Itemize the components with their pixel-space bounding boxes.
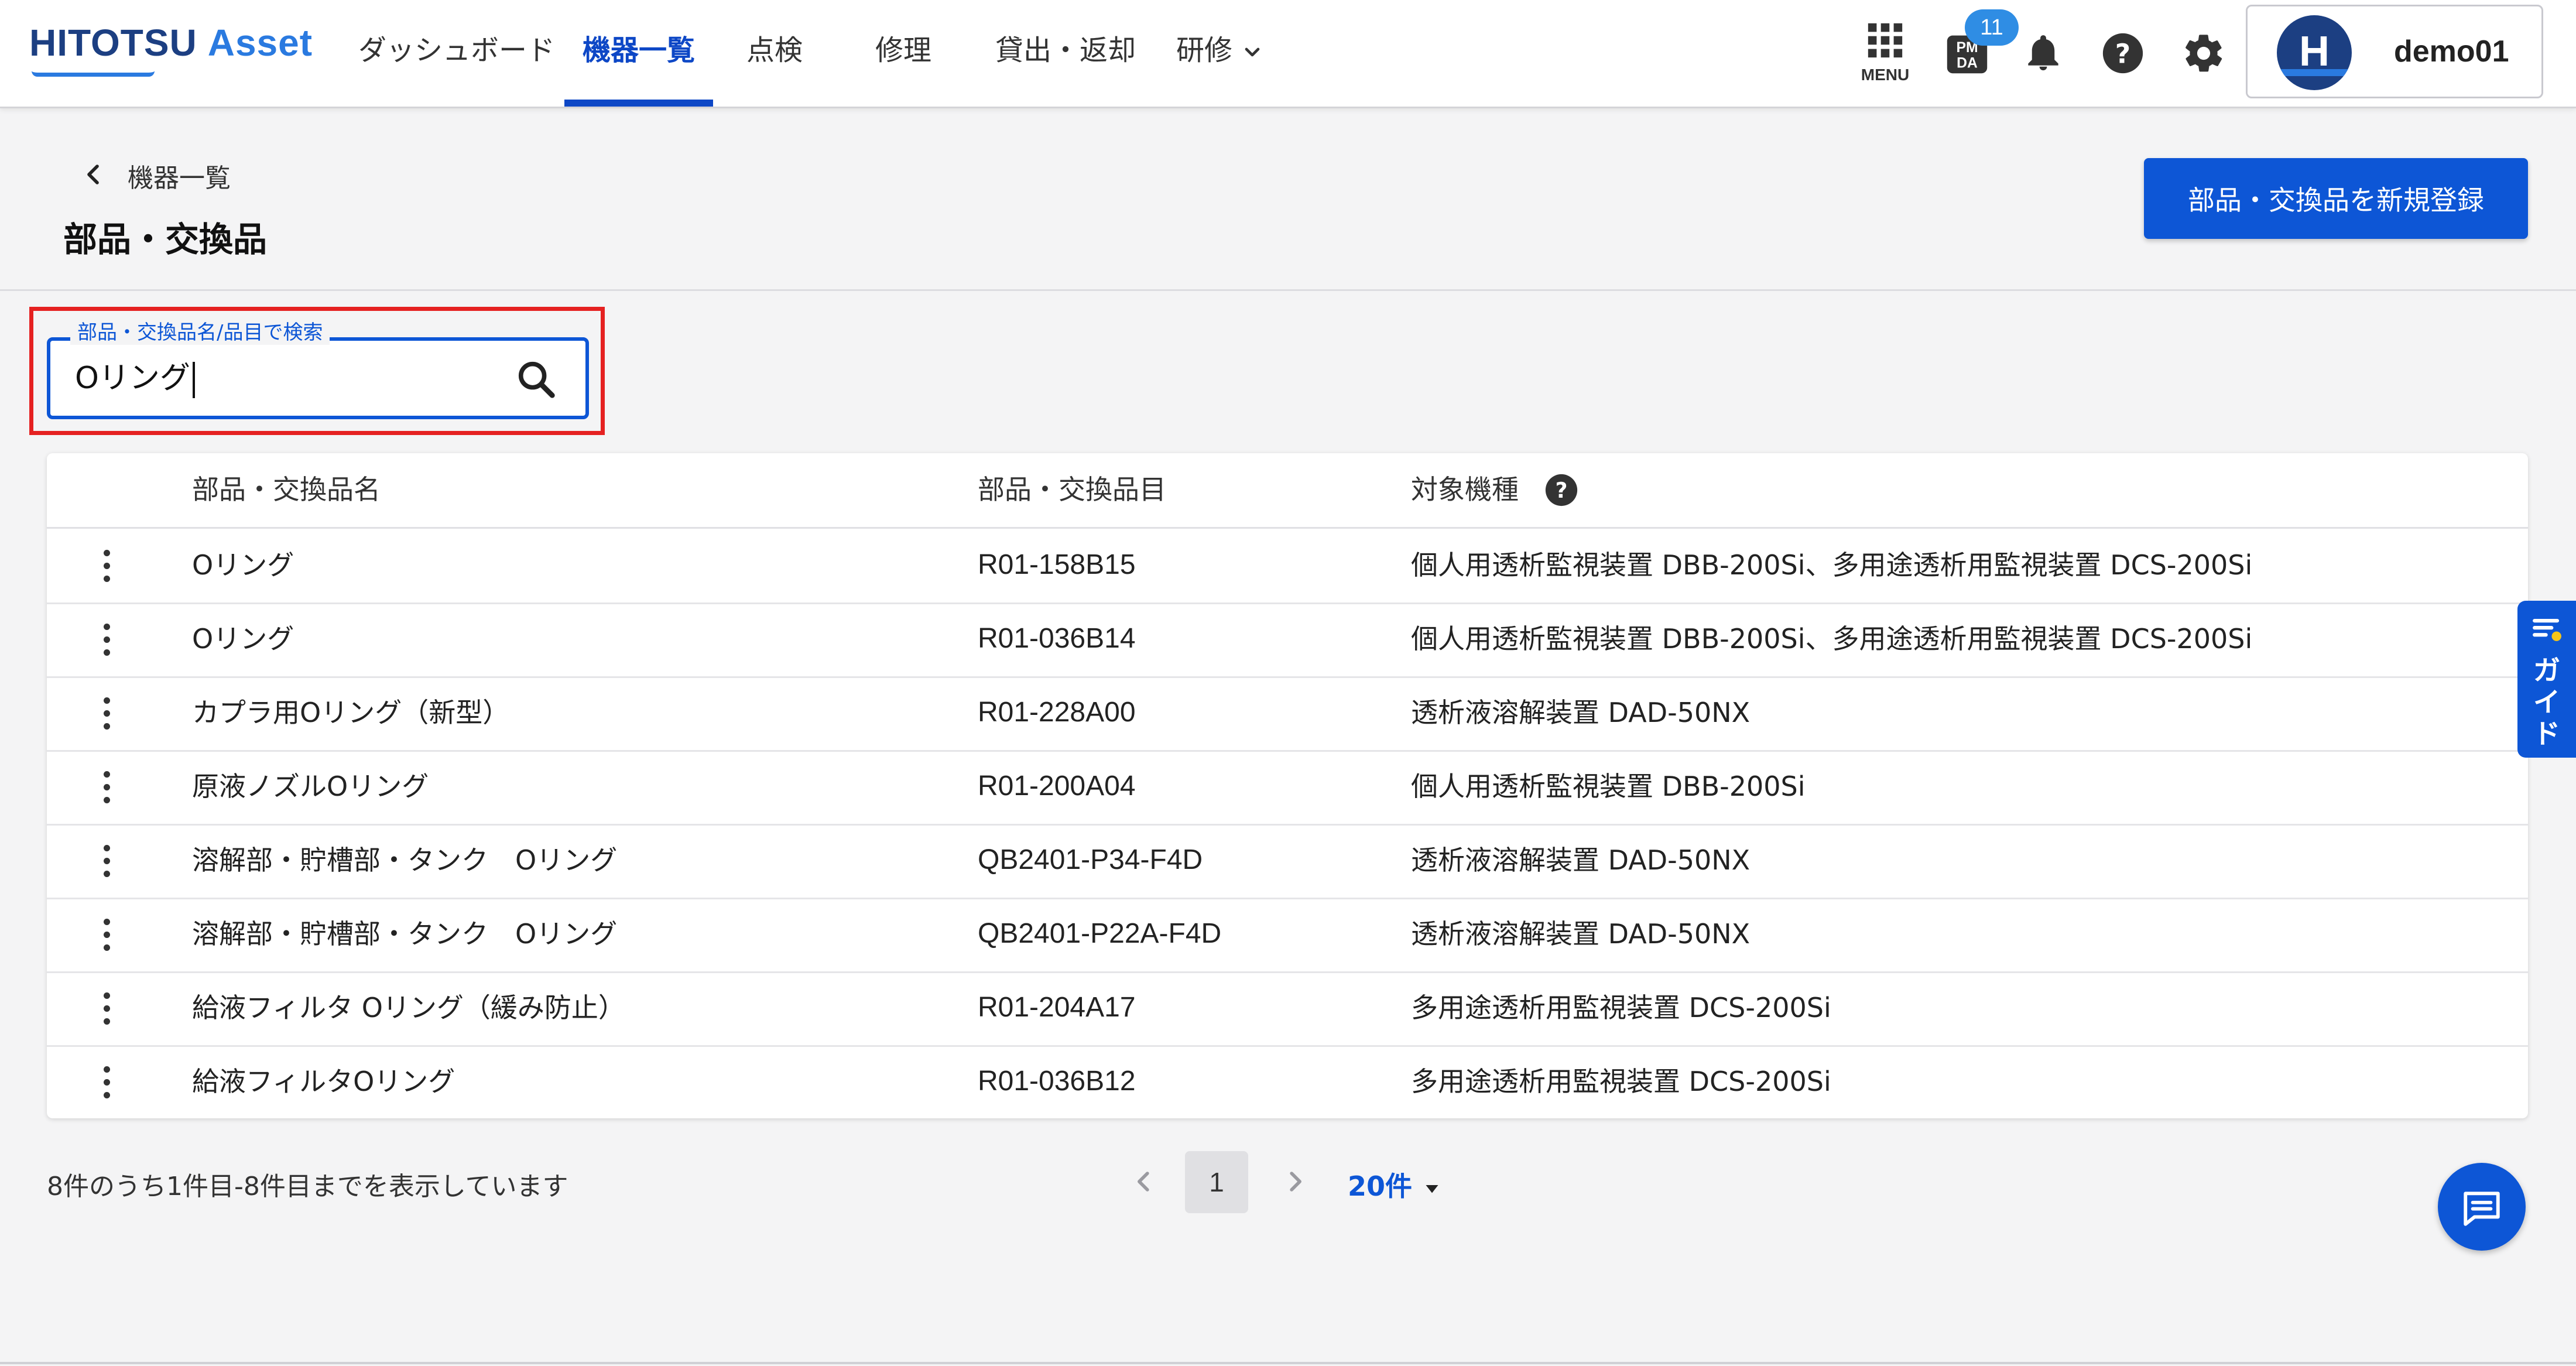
svg-text:DA: DA <box>1957 56 1978 71</box>
svg-text:?: ? <box>1556 478 1568 503</box>
column-header-name[interactable]: 部品・交換品名 <box>192 453 381 528</box>
cell-target-model: 多用途透析用監視装置 DCS-200Si <box>1411 1066 1831 1097</box>
avatar: H <box>2277 15 2352 90</box>
svg-text:?: ? <box>2115 38 2130 69</box>
cell-part-name: Oリング <box>192 623 294 655</box>
more-vert-icon[interactable] <box>89 770 124 805</box>
page-title: 部品・交換品 <box>63 220 268 259</box>
logo-accent-text: Asset <box>207 22 313 64</box>
table-row[interactable]: 給液フィルタOリング R01-036B12 多用途透析用監視装置 DCS-200… <box>47 1045 2528 1118</box>
top-header: HITOTSU Asset ダッシュボード 機器一覧 点検 修理 貸出・返却 研修… <box>0 0 2576 108</box>
column-header-code[interactable]: 部品・交換品目 <box>978 453 1166 528</box>
nav-tab-lending[interactable]: 貸出・返却 <box>984 0 1147 107</box>
table-row[interactable]: 溶解部・貯槽部・タンク Oリング QB2401-P34-F4D 透析液溶解装置 … <box>47 824 2528 899</box>
table-row[interactable]: Oリング R01-036B14 個人用透析監視装置 DBB-200Si、多用途透… <box>47 602 2528 678</box>
chevron-left-icon[interactable] <box>1128 1165 1160 1198</box>
table-row[interactable]: 溶解部・貯槽部・タンク Oリング QB2401-P22A-F4D 透析液溶解装置… <box>47 898 2528 973</box>
notifications-button[interactable] <box>2008 0 2078 107</box>
chevron-right-icon[interactable] <box>1279 1165 1311 1198</box>
cell-part-code: R01-036B14 <box>978 623 1136 654</box>
nav-tab-equipment-list[interactable]: 機器一覧 <box>564 0 713 107</box>
cell-part-code: R01-158B15 <box>978 549 1136 580</box>
more-vert-icon[interactable] <box>89 917 124 953</box>
chat-button[interactable] <box>2438 1163 2526 1251</box>
parts-table: 部品・交換品名 部品・交換品目 対象機種 ? Oリング R01-158B15 個… <box>47 453 2528 1118</box>
guide-list-icon <box>2533 618 2561 641</box>
cell-part-name: 給液フィルタ Oリング（緩み防止） <box>192 992 625 1023</box>
column-header-model: 対象機種 <box>1411 474 1519 505</box>
help-button[interactable]: ? <box>2088 0 2158 107</box>
logo-main-text: HITOTSU <box>29 22 197 64</box>
search-input[interactable]: 部品・交換品名/品目で検索 Oリング <box>47 316 589 419</box>
cell-target-model: 個人用透析監視装置 DBB-200Si、多用途透析用監視装置 DCS-200Si <box>1411 549 2253 581</box>
apps-grid-icon <box>1868 23 1903 58</box>
help-circle-icon: ? <box>2102 33 2143 74</box>
search-value: Oリング <box>75 361 190 396</box>
section-divider <box>0 289 2576 291</box>
breadcrumb-label: 機器一覧 <box>128 163 231 193</box>
cell-part-name: Oリング <box>192 549 294 581</box>
more-vert-icon[interactable] <box>89 844 124 879</box>
app-logo[interactable]: HITOTSU Asset <box>29 21 313 77</box>
cell-part-code: R01-200A04 <box>978 771 1136 802</box>
per-page-value: 20件 <box>1348 1170 1413 1202</box>
more-vert-icon[interactable] <box>89 696 124 731</box>
user-name: demo01 <box>2394 35 2509 69</box>
user-account-button[interactable]: H demo01 <box>2246 5 2543 98</box>
search-value-wrap: Oリング <box>75 341 195 416</box>
settings-button[interactable] <box>2169 0 2239 107</box>
chevron-down-icon <box>1245 47 1260 57</box>
chat-bubble-icon <box>2464 1192 2500 1226</box>
nav-tab-training-label: 研修 <box>1176 34 1232 67</box>
chevron-left-icon <box>87 165 99 184</box>
cell-part-code: R01-036B12 <box>978 1066 1136 1097</box>
cell-target-model: 多用途透析用監視装置 DCS-200Si <box>1411 992 1831 1023</box>
table-row[interactable]: 給液フィルタ Oリング（緩み防止） R01-204A17 多用途透析用監視装置 … <box>47 971 2528 1047</box>
cell-part-code: R01-204A17 <box>978 992 1136 1023</box>
menu-button[interactable]: MENU <box>1850 0 1920 107</box>
cell-part-name: 溶解部・貯槽部・タンク Oリング <box>192 918 618 950</box>
cell-part-name: 給液フィルタOリング <box>192 1066 455 1097</box>
guide-tab[interactable]: ガイド <box>2517 601 2576 758</box>
cell-part-name: 原液ノズルOリング <box>192 771 429 802</box>
more-vert-icon[interactable] <box>89 549 124 584</box>
page-number-button[interactable]: 1 <box>1185 1151 1248 1213</box>
menu-label: MENU <box>1861 66 1910 84</box>
more-vert-icon[interactable] <box>89 991 124 1026</box>
table-row[interactable]: 原液ノズルOリング R01-200A04 個人用透析監視装置 DBB-200Si <box>47 750 2528 826</box>
cell-part-name: カプラ用Oリング（新型） <box>192 697 510 728</box>
cell-target-model: 個人用透析監視装置 DBB-200Si <box>1411 771 1806 802</box>
gear-icon <box>2186 35 2222 72</box>
nav-tab-dashboard[interactable]: ダッシュボード <box>345 0 568 107</box>
logo-swoosh <box>32 67 155 77</box>
register-new-part-button[interactable]: 部品・交換品を新規登録 <box>2144 158 2528 239</box>
caret-down-icon <box>1426 1184 1438 1193</box>
nav-tab-inspection[interactable]: 点検 <box>731 0 818 107</box>
guide-label: ガイド <box>2533 655 2560 749</box>
pmda-button[interactable]: PM DA 11 <box>1932 0 2019 107</box>
bell-icon <box>2028 35 2058 71</box>
more-vert-icon[interactable] <box>89 622 124 658</box>
table-row[interactable]: カプラ用Oリング（新型） R01-228A00 透析液溶解装置 DAD-50NX <box>47 676 2528 752</box>
cell-target-model: 個人用透析監視装置 DBB-200Si、多用途透析用監視装置 DCS-200Si <box>1411 623 2253 655</box>
bottom-border <box>0 1362 2576 1364</box>
cell-part-code: R01-228A00 <box>978 697 1136 728</box>
more-vert-icon[interactable] <box>89 1065 124 1100</box>
table-row[interactable]: Oリング R01-158B15 個人用透析監視装置 DBB-200Si、多用途透… <box>47 529 2528 604</box>
nav-tab-repair[interactable]: 修理 <box>859 0 947 107</box>
text-caret <box>192 362 195 398</box>
nav-tab-training[interactable]: 研修 <box>1162 0 1279 107</box>
cell-part-name: 溶解部・貯槽部・タンク Oリング <box>192 844 618 876</box>
cell-target-model: 透析液溶解装置 DAD-50NX <box>1411 918 1751 950</box>
search-icon[interactable] <box>514 357 559 402</box>
cell-target-model: 透析液溶解装置 DAD-50NX <box>1411 697 1751 728</box>
cell-target-model: 透析液溶解装置 DAD-50NX <box>1411 844 1751 876</box>
help-circle-icon[interactable]: ? <box>1543 472 1580 508</box>
cell-part-code: QB2401-P22A-F4D <box>978 918 1222 949</box>
per-page-select[interactable]: 20件 <box>1348 1165 1443 1204</box>
cell-part-code: QB2401-P34-F4D <box>978 844 1203 875</box>
result-summary: 8件のうち1件目-8件目までを表示しています <box>47 1172 568 1201</box>
